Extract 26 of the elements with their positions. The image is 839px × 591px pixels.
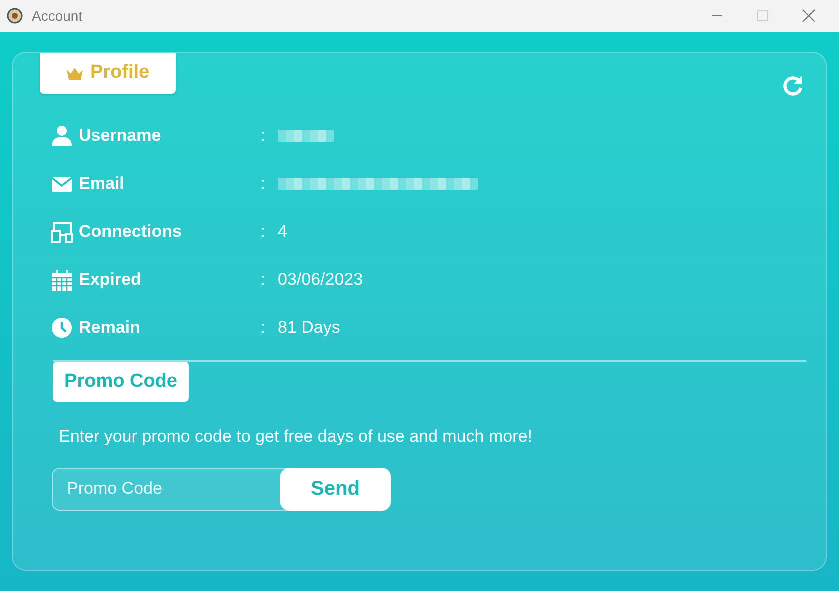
field-value: 03/06/2023 [278, 269, 364, 292]
field-label: Username [79, 125, 162, 148]
field-label: Expired [79, 269, 142, 292]
colon-separator: : [261, 173, 267, 196]
clock-icon [51, 317, 73, 339]
close-icon [802, 9, 816, 23]
window-title: Account [32, 6, 83, 26]
colon-separator: : [261, 317, 267, 340]
crown-icon [66, 66, 84, 80]
devices-icon [51, 221, 73, 243]
field-label: Connections [79, 221, 183, 244]
refresh-icon [781, 74, 805, 98]
field-label: Email [79, 173, 126, 196]
promo-code-field[interactable]: Promo Code Send [52, 468, 391, 510]
colon-separator: : [261, 269, 267, 292]
field-value: 4 [278, 221, 288, 244]
user-icon [51, 125, 73, 147]
maximize-icon [757, 10, 769, 22]
promo-description: Enter your promo code to get free days of use and much more! [59, 426, 534, 448]
field-value: 81 Days [278, 317, 340, 340]
app-icon [7, 8, 23, 24]
send-button[interactable]: Send [280, 468, 391, 510]
field-label: Remain [79, 317, 142, 340]
colon-separator: : [261, 221, 267, 244]
calendar-icon [51, 269, 73, 291]
colon-separator: : [261, 125, 267, 148]
